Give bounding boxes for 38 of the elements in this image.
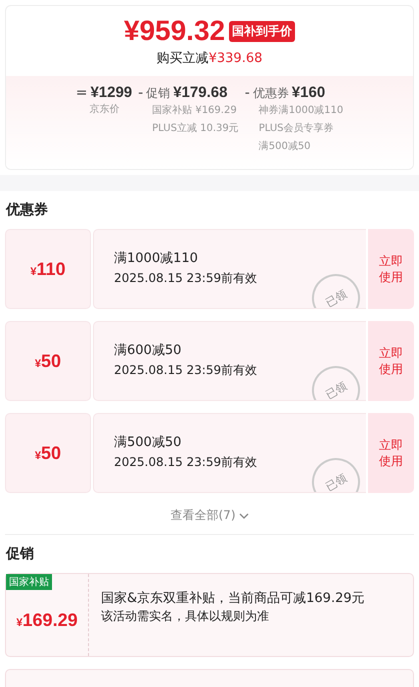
breakdown-amount: ¥1299 [90, 84, 132, 101]
breakdown-note: PLUS会员专享券 [258, 122, 335, 136]
saving-amount: ¥339.68 [208, 51, 262, 66]
promo-note: 该活动需实名，具体以规则为准 [101, 608, 270, 625]
final-price: ¥959.32 [124, 15, 226, 47]
use-now-button[interactable]: 立即使用 [368, 229, 414, 309]
coupon-amount: ¥50 [34, 442, 62, 464]
breakdown-note: 满500减50 [258, 140, 312, 154]
breakdown-label: 促销 [146, 85, 170, 102]
price-tag: 国补到手价 [229, 20, 296, 42]
coupon-validity: 2025.08.15 23:59前有效 [114, 362, 258, 379]
view-all-link[interactable]: 查看全部(7) [168, 505, 250, 526]
promo-description: 国家&京东双重补贴，当前商品可减169.29元 [101, 590, 366, 607]
section-title: 促销 [5, 545, 35, 564]
coupon-amount: ¥50 [34, 350, 62, 372]
promo-amount: ¥169.29 [16, 610, 78, 630]
breakdown-note: PLUS立减 10.39元 [152, 122, 239, 136]
breakdown-label: 优惠券 [252, 85, 289, 102]
operator-sign: - [244, 85, 250, 101]
breakdown-amount: ¥179.68 [173, 84, 228, 101]
operator-sign: = [76, 85, 88, 101]
coupon-condition: 满500减50 [114, 434, 182, 452]
breakdown-note: 神券满1000减110 [258, 104, 344, 118]
coupon-amount: ¥110 [30, 258, 66, 280]
coupon-condition: 满600减50 [114, 342, 182, 360]
coupon-validity: 2025.08.15 23:59前有效 [114, 454, 258, 471]
section-title: 优惠券 [5, 201, 49, 220]
breakdown-amount: ¥160 [292, 84, 326, 101]
breakdown-note: 京东价 [90, 102, 121, 117]
saving-label: 购买立减 [156, 51, 209, 66]
breakdown-note: 国家补贴 ¥169.29 [152, 104, 238, 118]
coupon-condition: 满1000减110 [114, 250, 199, 268]
use-now-button[interactable]: 立即使用 [368, 321, 414, 401]
operator-sign: - [138, 85, 144, 101]
chevron-down-icon [238, 512, 248, 518]
coupon-validity: 2025.08.15 23:59前有效 [114, 270, 258, 287]
promo-tag: 国家补贴 [6, 574, 52, 590]
use-now-button[interactable]: 立即使用 [368, 413, 414, 493]
